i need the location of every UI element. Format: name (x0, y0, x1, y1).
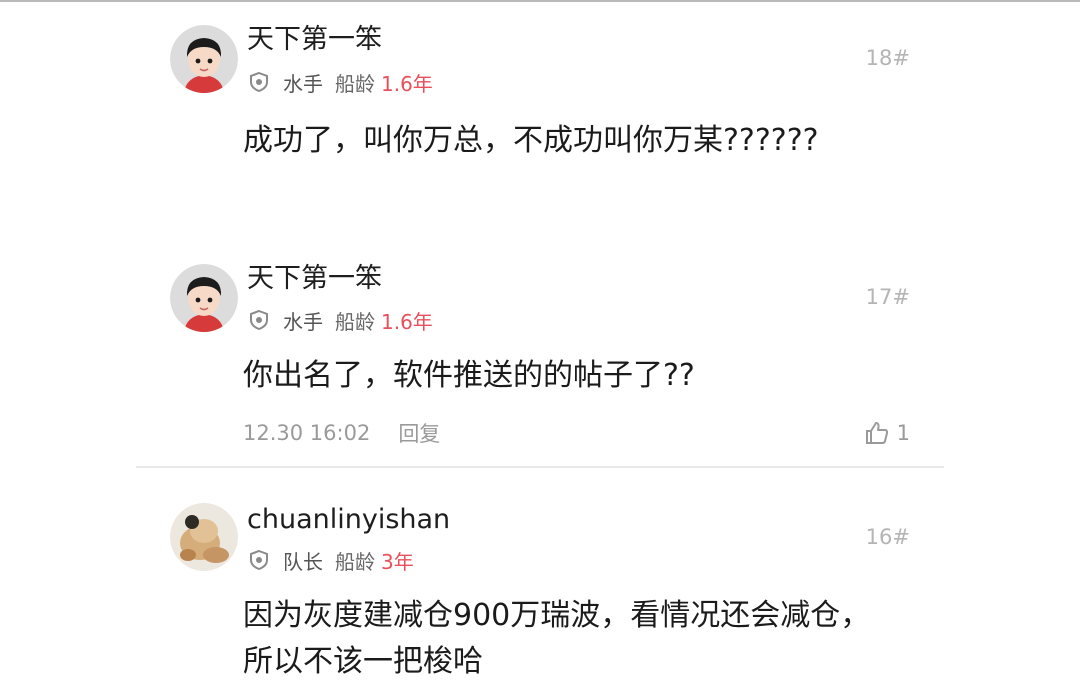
photo-avatar-icon (170, 503, 238, 571)
account-age-value: 3年 (381, 549, 414, 574)
shield-badge-icon (250, 549, 268, 571)
account-age-label: 船龄 (335, 549, 375, 574)
user-meta: 队长 船龄 3年 (247, 547, 414, 574)
user-role: 队长 (283, 549, 323, 574)
comment-text: 因为灰度建减仓900万瑞波，看情况还会减仓，所以不该一把梭哈 (243, 598, 871, 679)
floor-number: 16# (865, 525, 910, 549)
user-avatar[interactable] (170, 503, 238, 571)
comment-item: chuanlinyishan 队长 船龄 3年 16# 因为灰度建减仓900万瑞… (0, 0, 1080, 691)
username[interactable]: chuanlinyishan (247, 504, 450, 536)
